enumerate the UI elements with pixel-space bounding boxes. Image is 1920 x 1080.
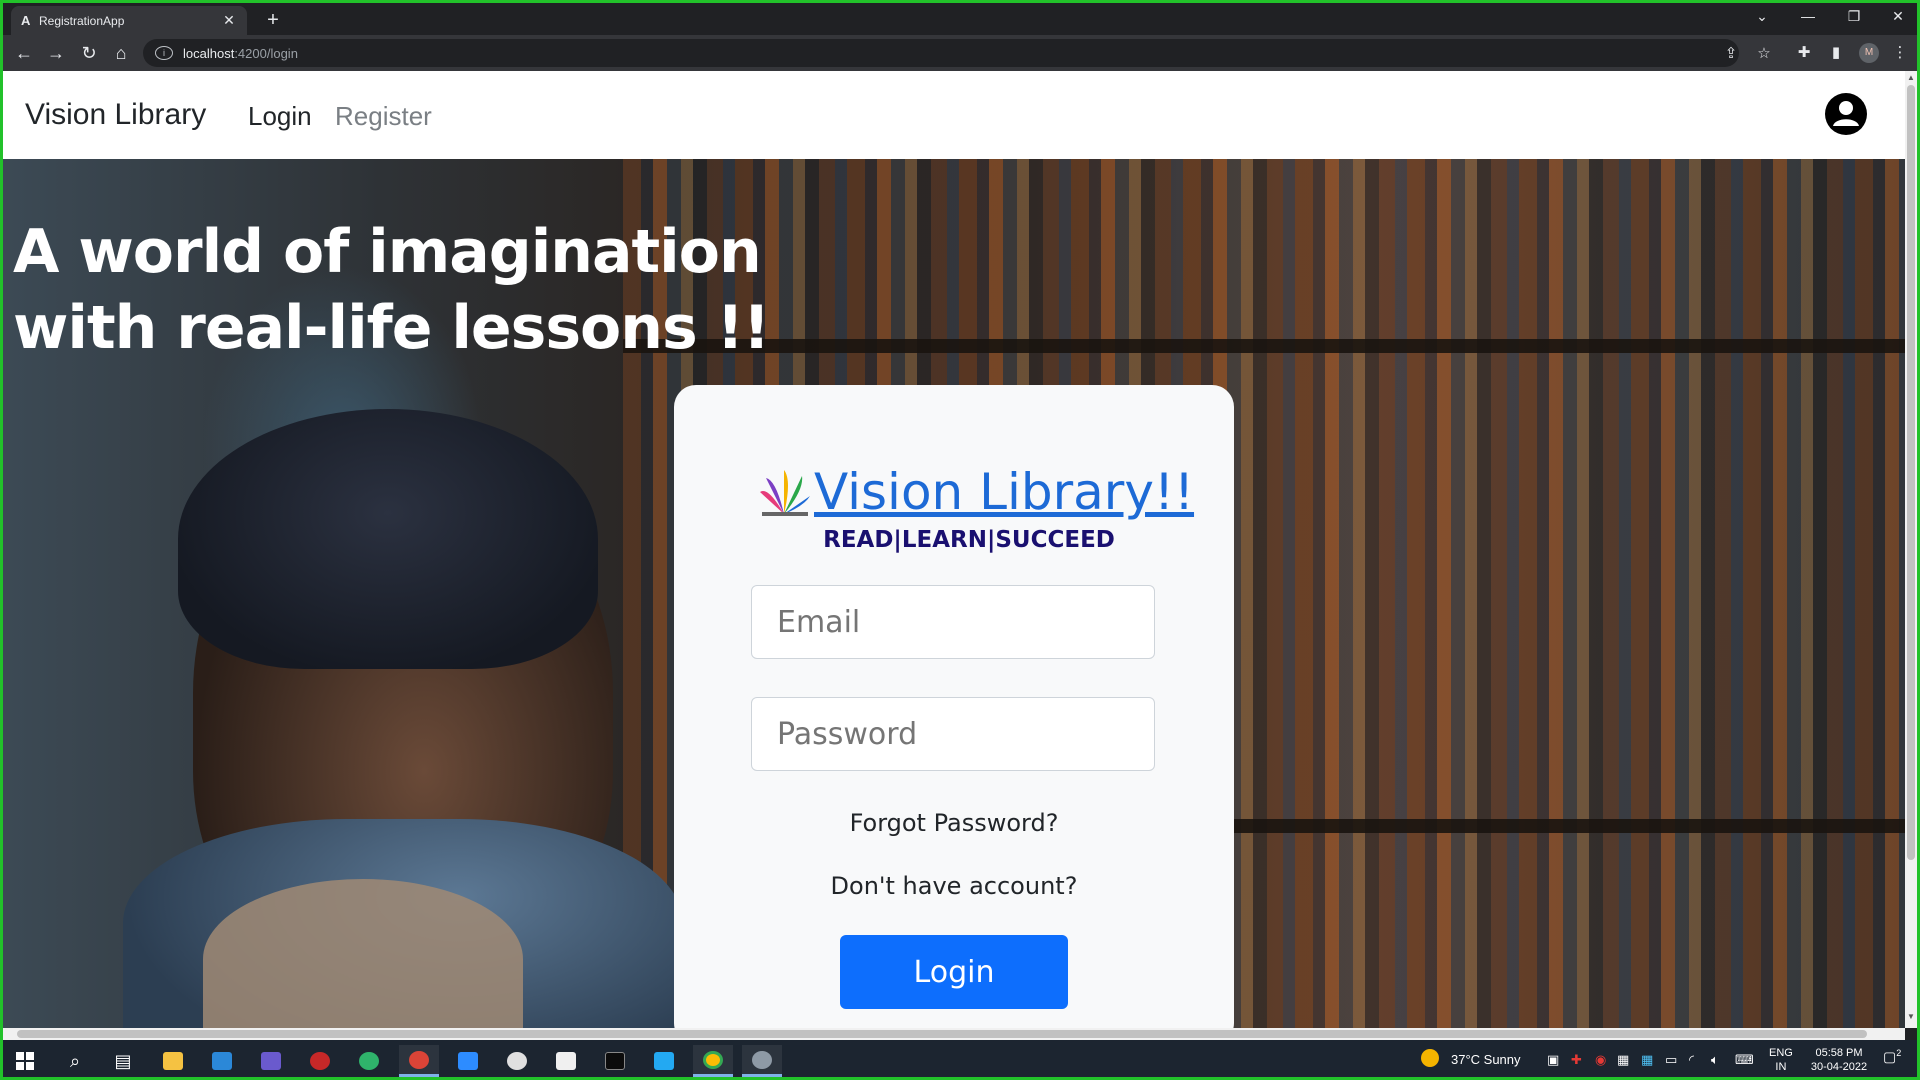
background-person-beanie — [178, 409, 598, 669]
battery-icon[interactable]: ▭ — [1665, 1052, 1677, 1068]
task-view-icon[interactable]: ▤ — [103, 1045, 143, 1077]
antivirus-icon[interactable]: ✚ — [1571, 1052, 1582, 1068]
back-icon[interactable]: ← — [13, 42, 35, 64]
minimize-icon[interactable]: — — [1793, 8, 1823, 24]
navbar-brand[interactable]: Vision Library — [25, 98, 206, 132]
book-fan-logo-icon — [760, 470, 810, 516]
maps-app-icon[interactable] — [349, 1045, 389, 1077]
screen: A RegistrationApp ✕ + ⌄ — ❐ ✕ ← → ↻ ⌂ i … — [0, 0, 1920, 1080]
hero-section: A world of imagination with real-life le… — [3, 159, 1905, 1028]
profile-avatar[interactable]: M — [1859, 43, 1879, 63]
store-icon[interactable] — [546, 1045, 586, 1077]
vscode-icon[interactable] — [644, 1045, 684, 1077]
browser-toolbar: ← → ↻ ⌂ i localhost:4200/login ⇪ ☆ ✚ ▮ M… — [3, 35, 1917, 71]
logo-row: Vision Library!! — [754, 463, 1194, 521]
browser-tab[interactable]: A RegistrationApp ✕ — [11, 6, 247, 35]
clock-time: 05:58 PM — [1815, 1047, 1863, 1059]
side-panel-icon[interactable]: ▮ — [1825, 43, 1847, 61]
quick-heal-icon[interactable]: ◉ — [1595, 1052, 1606, 1068]
user-account-icon[interactable] — [1825, 93, 1867, 135]
angular-favicon-icon: A — [21, 13, 31, 28]
logo-title-link[interactable]: Vision Library!! — [814, 463, 1194, 521]
forward-icon[interactable]: → — [45, 42, 67, 64]
clock[interactable]: 05:58 PM 30-04-2022 — [1801, 1046, 1877, 1074]
clock-date: 30-04-2022 — [1810, 1061, 1868, 1073]
calculator-icon[interactable] — [251, 1045, 291, 1077]
notifications-icon[interactable]: ▢2 — [1883, 1048, 1901, 1066]
login-button[interactable]: Login — [840, 935, 1068, 1009]
media-player-icon[interactable] — [497, 1045, 537, 1077]
window-close-icon[interactable]: ✕ — [1883, 8, 1913, 25]
nav-login-link[interactable]: Login — [248, 101, 312, 132]
security-app-icon[interactable] — [300, 1045, 340, 1077]
address-bar[interactable]: i localhost:4200/login — [143, 39, 1739, 67]
new-tab-icon[interactable]: + — [261, 9, 285, 32]
horizontal-scrollbar[interactable] — [3, 1028, 1905, 1040]
file-explorer-icon[interactable] — [153, 1045, 193, 1077]
url-path: :4200/login — [234, 45, 298, 61]
volume-icon[interactable]: 🔈︎ — [1711, 1052, 1719, 1068]
vertical-scrollbar[interactable]: ▲ ▼ — [1905, 71, 1917, 1028]
tab-title: RegistrationApp — [39, 13, 125, 28]
mail-icon[interactable] — [202, 1045, 242, 1077]
app-tray-icon[interactable]: ▦ — [1641, 1052, 1653, 1068]
tab-search-icon[interactable]: ⌄ — [1747, 8, 1777, 25]
windows-start-icon[interactable] — [5, 1045, 45, 1077]
meet-now-icon[interactable]: ▣ — [1547, 1052, 1559, 1068]
site-navbar: Vision Library Login Register — [3, 71, 1905, 159]
keyboard-tray-icon[interactable]: ▦ — [1617, 1052, 1629, 1068]
hero-headline: A world of imagination with real-life le… — [13, 217, 770, 363]
bookmark-star-icon[interactable]: ☆ — [1754, 44, 1774, 62]
notification-count: 2 — [1896, 1048, 1902, 1058]
chrome-icon[interactable] — [693, 1045, 733, 1077]
nav-register-link[interactable]: Register — [335, 101, 432, 132]
url-host: localhost — [183, 45, 235, 61]
language-indicator[interactable]: ENG IN — [1769, 1046, 1793, 1074]
region-code: IN — [1775, 1061, 1787, 1073]
page-viewport: Vision Library Login Register A world of… — [3, 71, 1905, 1028]
scroll-down-icon[interactable]: ▼ — [1907, 1012, 1915, 1021]
horizontal-scroll-thumb[interactable] — [17, 1030, 1867, 1038]
login-card: Vision Library!! READ|LEARN|SUCCEED Forg… — [674, 385, 1234, 1028]
paint-app-icon[interactable] — [742, 1045, 782, 1077]
touch-keyboard-icon[interactable]: ⌨ — [1735, 1052, 1754, 1068]
forgot-password-link[interactable]: Forgot Password? — [674, 809, 1234, 837]
zoom-icon[interactable] — [448, 1045, 488, 1077]
background-person-hood — [203, 879, 523, 1028]
language-code: ENG — [1769, 1047, 1793, 1059]
windows-taskbar: ⌕ ▤ 37°C Sunny ▣ ✚ ◉ ▦ ▦ ▭ ◜ 🔈︎ ENG IN ⌨… — [3, 1040, 1917, 1077]
terminal-icon[interactable] — [595, 1045, 635, 1077]
email-input[interactable] — [751, 585, 1155, 659]
password-input[interactable] — [751, 697, 1155, 771]
wifi-icon[interactable]: ◜ — [1689, 1052, 1694, 1068]
tagline: READ|LEARN|SUCCEED — [823, 527, 1115, 553]
home-icon[interactable]: ⌂ — [110, 42, 132, 64]
shelf-plank — [1203, 819, 1905, 833]
share-icon[interactable]: ⇪ — [1721, 44, 1741, 62]
no-account-link[interactable]: Don't have account? — [674, 872, 1234, 900]
weather-sun-icon[interactable] — [1421, 1049, 1439, 1067]
search-icon[interactable]: ⌕ — [55, 1045, 95, 1077]
site-info-icon[interactable]: i — [155, 46, 173, 60]
chrome-profile-icon[interactable] — [399, 1045, 439, 1077]
scroll-up-icon[interactable]: ▲ — [1907, 73, 1915, 82]
restore-icon[interactable]: ❐ — [1839, 8, 1869, 25]
tab-close-icon[interactable]: ✕ — [221, 12, 237, 29]
weather-text[interactable]: 37°C Sunny — [1451, 1052, 1521, 1067]
vertical-scroll-thumb[interactable] — [1907, 85, 1915, 860]
chrome-menu-icon[interactable]: ⋮ — [1889, 43, 1911, 61]
reload-icon[interactable]: ↻ — [78, 42, 100, 64]
browser-tabstrip: A RegistrationApp ✕ + ⌄ — ❐ ✕ — [3, 3, 1917, 35]
extensions-icon[interactable]: ✚ — [1793, 43, 1815, 61]
